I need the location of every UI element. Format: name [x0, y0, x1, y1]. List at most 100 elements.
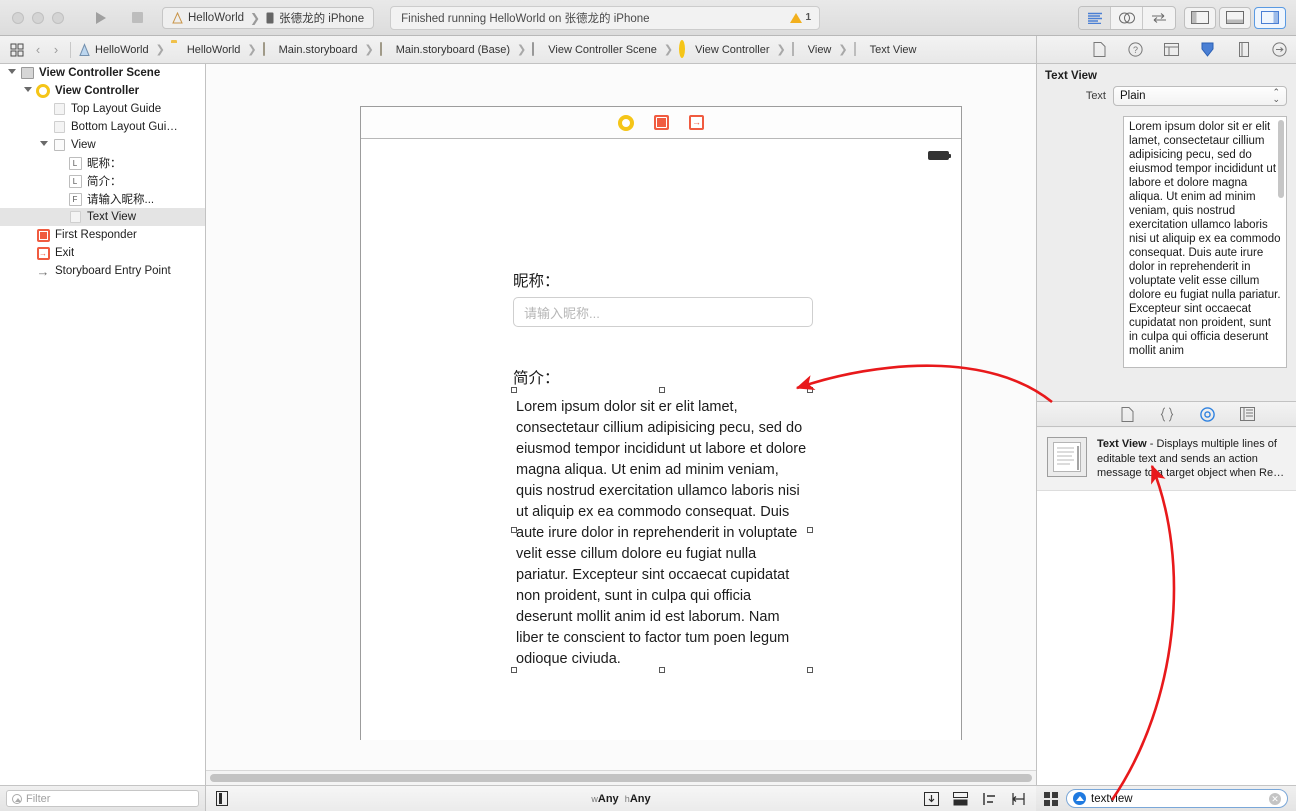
chevron-right-icon: ❯ [155, 44, 165, 56]
outline-row[interactable]: View Controller [0, 82, 205, 100]
breadcrumb-item-view[interactable]: View ❯ [790, 41, 850, 58]
warning-count: 1 [805, 12, 812, 23]
connections-inspector-tab[interactable] [1271, 41, 1289, 59]
canvas-horizontal-scrollbar[interactable] [206, 770, 1036, 785]
pin-constraints-icon[interactable] [1011, 792, 1026, 806]
embed-in-icon[interactable] [953, 791, 968, 806]
outline-row[interactable]: Top Layout Guide [0, 100, 205, 118]
outline-row[interactable]: View Controller Scene [0, 64, 205, 82]
assistant-editor-button[interactable] [1111, 6, 1143, 29]
inspector-tab-bar[interactable]: ? [1037, 36, 1296, 64]
disclosure-triangle[interactable] [6, 69, 18, 77]
breadcrumb-item-text-view[interactable]: Text View [852, 41, 919, 58]
library-item-text-view[interactable]: Text View - Displays multiple lines of e… [1037, 428, 1296, 491]
library-search-field[interactable]: textview ✕ [1066, 789, 1288, 808]
go-back-button[interactable]: ‹ [30, 42, 46, 57]
storyboard-icon [379, 41, 392, 57]
selection-handle-bottom-center[interactable] [659, 667, 665, 673]
breadcrumb-label: View Controller Scene [548, 43, 657, 56]
interface-builder-canvas[interactable]: → 昵称： 请输入昵称... 简介： Lorem ipsum dolor sit… [206, 64, 1036, 785]
outline-row[interactable]: View [0, 136, 205, 154]
exit-dock-icon[interactable]: → [689, 115, 704, 130]
outline-row[interactable]: → Storyboard Entry Point [0, 262, 205, 280]
scrollbar-thumb[interactable] [210, 774, 1032, 782]
object-library-list[interactable]: Text View - Displays multiple lines of e… [1037, 428, 1296, 811]
update-frames-icon[interactable] [924, 791, 939, 806]
disclosure-triangle[interactable] [38, 141, 50, 149]
zoom-window-button[interactable] [52, 11, 64, 24]
breadcrumb-item-view-controller[interactable]: View Controller ❯ [677, 39, 788, 58]
selection-handle-bottom-left[interactable] [511, 667, 517, 673]
outline-filter-field[interactable]: Filter [6, 790, 199, 807]
breadcrumb-item-project[interactable]: HelloWorld ❯ [77, 42, 167, 58]
breadcrumb-item-scene[interactable]: View Controller Scene ❯ [530, 41, 675, 58]
textarea-scrollbar[interactable] [1278, 118, 1285, 367]
nickname-label[interactable]: 昵称： [513, 269, 560, 291]
object-library-tab[interactable] [1198, 405, 1216, 423]
outline-row-label: Top Layout Guide [71, 103, 162, 115]
outline-row[interactable]: L 简介： [0, 172, 205, 190]
nickname-textfield[interactable]: 请输入昵称... [513, 297, 813, 327]
file-inspector-tab[interactable] [1091, 41, 1109, 59]
library-tab-bar[interactable] [1037, 401, 1296, 427]
selection-handle-top-right[interactable] [807, 387, 813, 393]
minimize-window-button[interactable] [32, 11, 44, 24]
standard-editor-button[interactable] [1079, 6, 1111, 29]
device-screen[interactable]: 昵称： 请输入昵称... 简介： Lorem ipsum dolor sit e… [361, 139, 961, 740]
outline-row-label: 简介： [87, 176, 122, 188]
view-controller-scene[interactable]: → 昵称： 请输入昵称... 简介： Lorem ipsum dolor sit… [360, 106, 962, 740]
document-outline[interactable]: View Controller Scene View Controller Top … [0, 64, 206, 785]
selection-handle-middle-left[interactable] [511, 527, 517, 533]
outline-row[interactable]: Exit [0, 244, 205, 262]
outline-row[interactable]: L 昵称： [0, 154, 205, 172]
run-button[interactable] [84, 7, 118, 29]
intro-textview[interactable]: Lorem ipsum dolor sit er elit lamet, con… [516, 397, 808, 670]
first-responder-dock-icon[interactable] [654, 115, 669, 130]
outline-row[interactable]: Bottom Layout Gui… [0, 118, 205, 136]
toggle-utilities-button[interactable] [1254, 6, 1286, 29]
quick-help-inspector-tab[interactable]: ? [1127, 41, 1145, 59]
issues-badge[interactable]: 1 [789, 12, 812, 23]
selection-handle-bottom-right[interactable] [807, 667, 813, 673]
selection-handle-middle-right[interactable] [807, 527, 813, 533]
breadcrumb-item-storyboard[interactable]: Main.storyboard ❯ [261, 41, 376, 58]
attributes-inspector-tab[interactable] [1199, 41, 1217, 59]
outline-row-label: Exit [55, 247, 75, 259]
outline-row[interactable]: F 请输入昵称... [0, 190, 205, 208]
selection-handle-top-left[interactable] [511, 387, 517, 393]
version-editor-button[interactable] [1143, 7, 1175, 29]
view-controller-dock-icon[interactable] [618, 114, 634, 131]
text-style-popup[interactable]: Plain ⌃ ⌄ [1113, 86, 1287, 106]
related-items-button[interactable] [6, 40, 28, 60]
library-search-value: textview [1091, 792, 1133, 805]
size-inspector-tab[interactable] [1235, 41, 1253, 59]
stop-button[interactable] [120, 7, 154, 29]
textarea-scrollbar-thumb[interactable] [1278, 120, 1284, 198]
disclosure-triangle[interactable] [22, 87, 34, 95]
toggle-navigator-button[interactable] [1184, 6, 1216, 29]
identity-inspector-tab[interactable] [1163, 41, 1181, 59]
toggle-debug-area-button[interactable] [1219, 6, 1251, 29]
outline-row[interactable]: First Responder [0, 226, 205, 244]
text-content-textarea[interactable]: Lorem ipsum dolor sit er elit lamet, con… [1123, 116, 1287, 368]
go-forward-button[interactable]: › [48, 42, 64, 57]
code-snippet-library-tab[interactable] [1158, 405, 1176, 423]
utilities-inspector[interactable]: ? Text View Text Plain ⌃ ⌄ Lorem ipsum d… [1036, 36, 1296, 811]
size-class-indicator[interactable]: wAny hAny [591, 793, 650, 805]
scheme-selector[interactable]: HelloWorld ❯ 张德龙的 iPhone [162, 6, 375, 29]
align-icon[interactable] [982, 792, 997, 806]
right-panel-icon [1261, 11, 1279, 24]
breadcrumb-item-storyboard-base[interactable]: Main.storyboard (Base) ❯ [378, 41, 529, 58]
editor-mode-segmented-control[interactable] [1078, 5, 1176, 30]
library-view-mode-icon[interactable] [1044, 791, 1058, 806]
size-class-w-value: Any [597, 792, 619, 805]
clear-search-icon[interactable]: ✕ [1269, 792, 1281, 805]
outline-row[interactable]: Text View [0, 208, 205, 226]
breadcrumb-item-group[interactable]: HelloWorld ❯ [169, 42, 259, 58]
device-preview-button[interactable] [216, 791, 228, 806]
media-library-tab[interactable] [1238, 405, 1256, 423]
file-template-library-tab[interactable] [1118, 405, 1136, 423]
close-window-button[interactable] [12, 11, 24, 24]
intro-label[interactable]: 简介： [513, 366, 560, 388]
selection-handle-top-center[interactable] [659, 387, 665, 393]
